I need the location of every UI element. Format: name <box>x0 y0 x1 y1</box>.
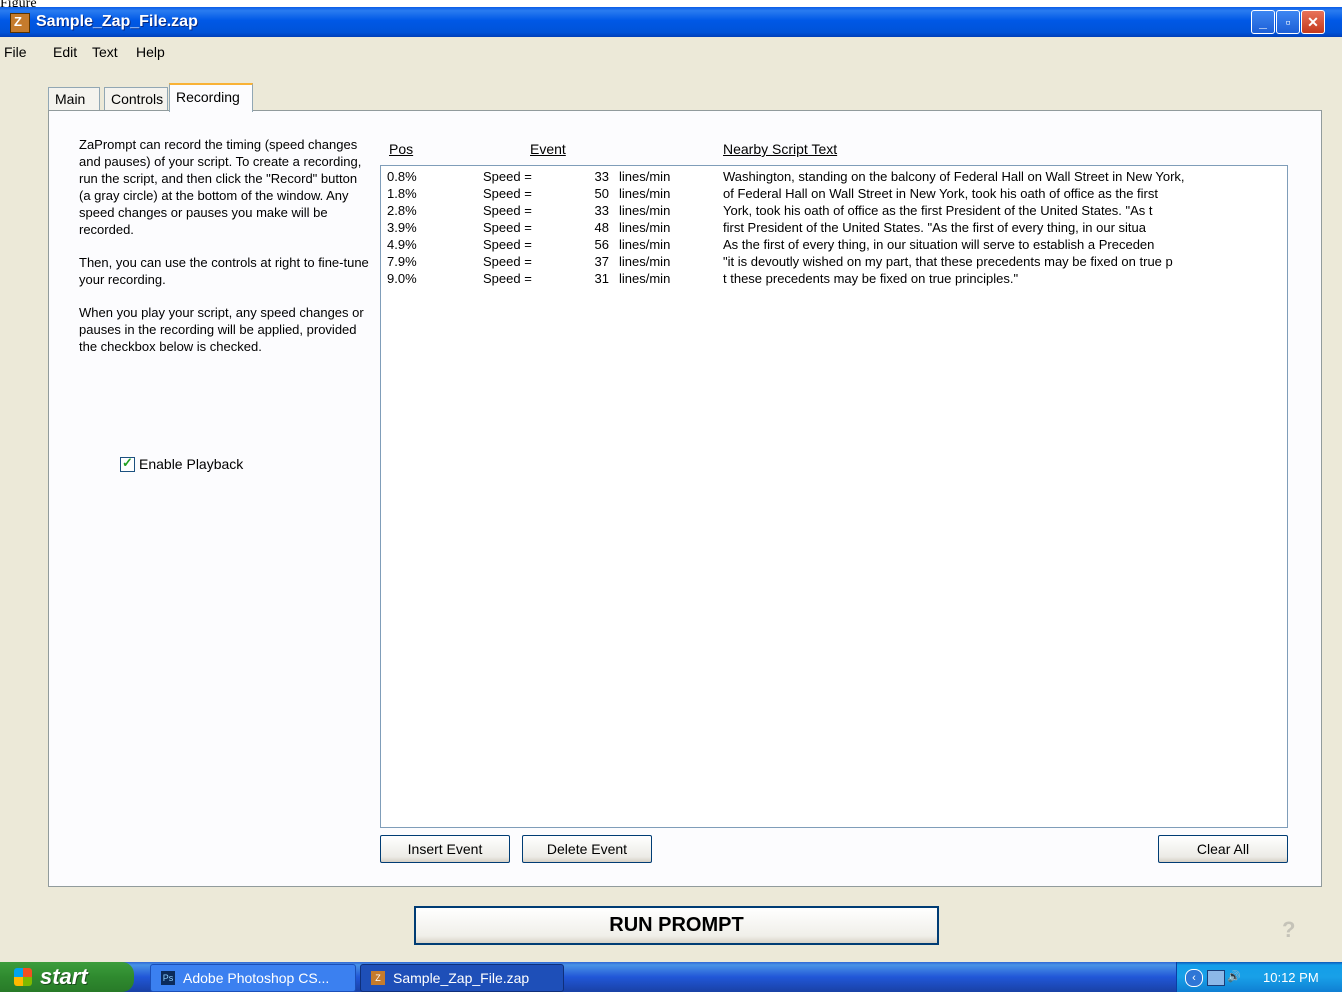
event-list[interactable]: 0.8% Speed = 33 lines/min Washington, st… <box>380 165 1288 828</box>
tab-controls[interactable]: Controls <box>104 87 168 110</box>
event-unit: lines/min <box>619 203 671 218</box>
event-pos: 7.9% <box>387 254 417 269</box>
event-pos: 3.9% <box>387 220 417 235</box>
column-header-pos[interactable]: Pos <box>389 141 413 157</box>
event-value: 31 <box>594 271 609 286</box>
menu-file[interactable]: File <box>4 44 27 60</box>
event-pos: 0.8% <box>387 169 417 184</box>
event-type: Speed = <box>483 203 532 218</box>
help-paragraph-record: ZaPrompt can record the timing (speed ch… <box>79 137 362 237</box>
event-row[interactable]: 3.9% Speed = 48 lines/min first Presiden… <box>381 219 1287 236</box>
run-prompt-button[interactable]: RUN PROMPT <box>414 906 939 945</box>
event-type: Speed = <box>483 169 532 184</box>
help-paragraph-controls: Then, you can use the controls at right … <box>79 255 369 287</box>
zaprompt-app-icon <box>10 13 30 33</box>
insert-event-button[interactable]: Insert Event <box>380 835 510 863</box>
event-nearby-text: first President of the United States. "A… <box>723 220 1146 235</box>
menu-help[interactable]: Help <box>136 44 165 60</box>
minimize-button[interactable]: _ <box>1251 10 1275 34</box>
start-button[interactable]: start <box>0 962 134 992</box>
clock[interactable]: 10:12 PM <box>1263 970 1319 985</box>
taskbar-item-label: Adobe Photoshop CS... <box>183 970 330 986</box>
event-nearby-text: Washington, standing on the balcony of F… <box>723 169 1185 184</box>
start-label: start <box>40 964 88 989</box>
taskbar-item-label: Sample_Zap_File.zap <box>393 970 530 986</box>
delete-event-button[interactable]: Delete Event <box>522 835 652 863</box>
event-value: 33 <box>594 169 609 184</box>
event-pos: 9.0% <box>387 271 417 286</box>
event-unit: lines/min <box>619 169 671 184</box>
windows-flag-icon <box>14 968 32 986</box>
event-value: 33 <box>594 203 609 218</box>
system-tray: ‹ 🔊 10:12 PM <box>1176 962 1342 992</box>
event-pos: 2.8% <box>387 203 417 218</box>
tab-recording[interactable]: Recording <box>169 83 253 112</box>
event-row[interactable]: 9.0% Speed = 31 lines/min t these preced… <box>381 270 1287 287</box>
window-title: Sample_Zap_File.zap <box>36 13 198 30</box>
event-type: Speed = <box>483 186 532 201</box>
zaprompt-icon: Z <box>371 971 385 985</box>
event-nearby-text: "it is devoutly wished on my part, that … <box>723 254 1173 269</box>
event-pos: 4.9% <box>387 237 417 252</box>
window-titlebar[interactable]: Sample_Zap_File.zap _ ▫ ✕ <box>0 7 1342 37</box>
column-header-event[interactable]: Event <box>530 141 566 157</box>
clear-all-button[interactable]: Clear All <box>1158 835 1288 863</box>
event-row[interactable]: 0.8% Speed = 33 lines/min Washington, st… <box>381 168 1287 185</box>
event-nearby-text: t these precedents may be fixed on true … <box>723 271 1019 286</box>
event-nearby-text: As the first of every thing, in our situ… <box>723 237 1155 252</box>
taskbar-item-zap[interactable]: Z Sample_Zap_File.zap <box>360 964 564 992</box>
event-type: Speed = <box>483 237 532 252</box>
event-type: Speed = <box>483 254 532 269</box>
event-row[interactable]: 1.8% Speed = 50 lines/min of Federal Hal… <box>381 185 1287 202</box>
event-nearby-text: York, took his oath of office as the fir… <box>723 203 1153 218</box>
enable-playback-checkbox[interactable]: Enable Playback <box>120 455 244 472</box>
photoshop-icon: Ps <box>161 971 175 985</box>
menu-edit[interactable]: Edit <box>53 44 77 60</box>
event-row[interactable]: 2.8% Speed = 33 lines/min York, took his… <box>381 202 1287 219</box>
event-value: 56 <box>594 237 609 252</box>
event-unit: lines/min <box>619 237 671 252</box>
event-type: Speed = <box>483 220 532 235</box>
event-type: Speed = <box>483 271 532 286</box>
menu-text[interactable]: Text <box>92 44 118 60</box>
event-unit: lines/min <box>619 254 671 269</box>
column-header-nearby[interactable]: Nearby Script Text <box>723 141 837 157</box>
enable-playback-label: Enable Playback <box>139 456 244 472</box>
event-value: 50 <box>594 186 609 201</box>
maximize-button[interactable]: ▫ <box>1276 10 1300 34</box>
event-nearby-text: of Federal Hall on Wall Street in New Yo… <box>723 186 1158 201</box>
event-unit: lines/min <box>619 220 671 235</box>
event-unit: lines/min <box>619 271 671 286</box>
network-icon[interactable] <box>1207 970 1225 986</box>
taskbar-item-photoshop[interactable]: Ps Adobe Photoshop CS... <box>150 964 356 992</box>
volume-icon[interactable]: 🔊 <box>1227 970 1241 984</box>
close-button[interactable]: ✕ <box>1301 10 1325 34</box>
checkbox-check-icon[interactable] <box>120 455 135 472</box>
help-paragraph-playback: When you play your script, any speed cha… <box>79 305 364 354</box>
menu-bar: File Edit Text Help <box>0 37 1342 64</box>
event-row[interactable]: 7.9% Speed = 37 lines/min "it is devoutl… <box>381 253 1287 270</box>
event-value: 37 <box>594 254 609 269</box>
taskbar: start Ps Adobe Photoshop CS... Z Sample_… <box>0 962 1342 992</box>
event-pos: 1.8% <box>387 186 417 201</box>
event-unit: lines/min <box>619 186 671 201</box>
help-question-icon[interactable]: ? <box>1282 917 1295 943</box>
event-row[interactable]: 4.9% Speed = 56 lines/min As the first o… <box>381 236 1287 253</box>
event-value: 48 <box>594 220 609 235</box>
tab-main[interactable]: Main <box>48 87 100 110</box>
tray-expand-icon[interactable]: ‹ <box>1185 969 1203 987</box>
